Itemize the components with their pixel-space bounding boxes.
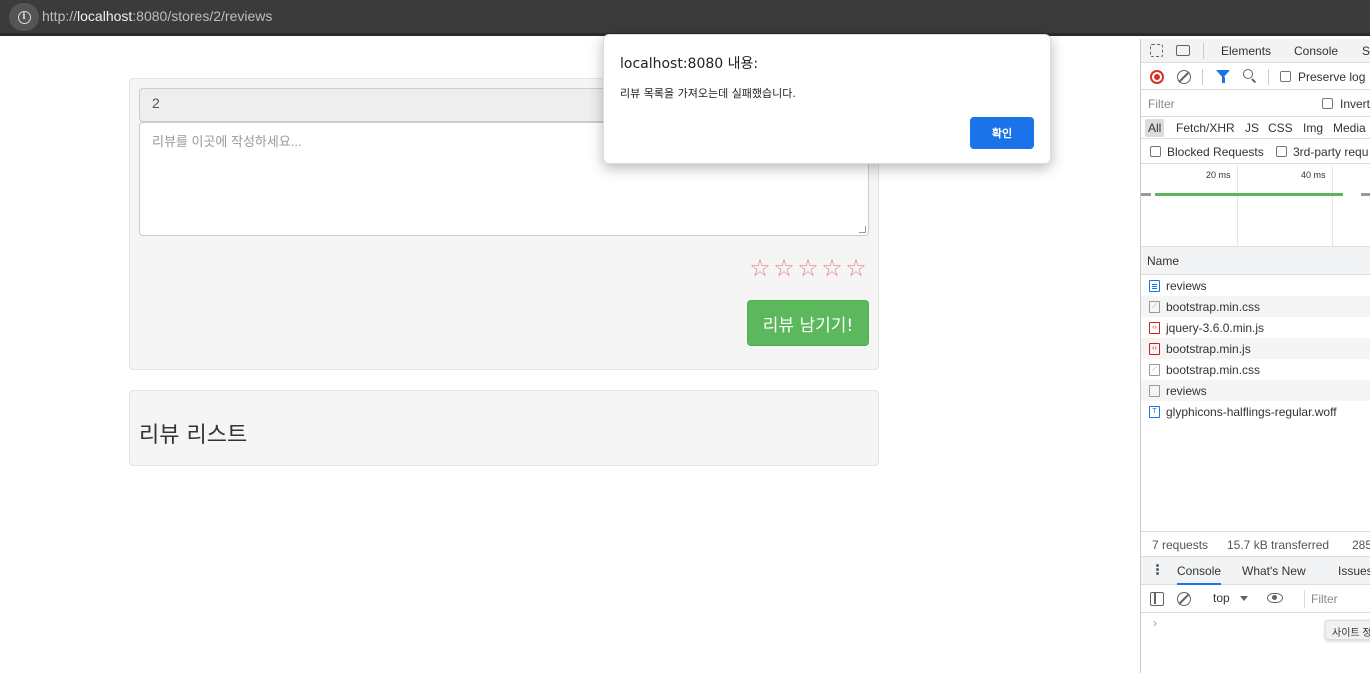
alert-message: 리뷰 목록을 가져오는데 실패했습니다. (620, 87, 796, 100)
type-filter-css[interactable]: CSS (1268, 121, 1293, 135)
resource-type-filters: All Fetch/XHR JS CSS Img Media (1141, 117, 1370, 139)
request-row[interactable]: ‹› jquery-3.6.0.min.js (1141, 317, 1370, 338)
alert-title: localhost:8080 내용: (620, 56, 759, 72)
inspect-element-icon[interactable] (1150, 44, 1163, 57)
review-list-panel: 리뷰 리스트 (129, 390, 879, 466)
timeline-tick: 20 ms (1206, 170, 1231, 180)
type-filter-img[interactable]: Img (1303, 121, 1323, 135)
tab-console[interactable]: Console (1294, 44, 1338, 58)
timeline-gridline (1237, 165, 1238, 247)
blocked-requests-row: Blocked Requests 3rd-party requ (1141, 139, 1370, 164)
alert-ok-button[interactable]: 확인 (970, 117, 1034, 149)
document-icon (1149, 280, 1160, 292)
star-icon-3[interactable]: ☆ (796, 255, 820, 281)
blocked-requests-checkbox[interactable] (1150, 146, 1161, 157)
tooltip: 사이트 정 (1325, 620, 1370, 640)
sidebar-toggle-icon[interactable] (1150, 592, 1164, 606)
timeline-tick: 40 ms (1301, 170, 1326, 180)
device-toolbar-icon[interactable] (1176, 45, 1190, 56)
star-icon-4[interactable]: ☆ (820, 255, 844, 281)
drawer-tabbar: Console What's New Issues (1141, 557, 1370, 585)
resources-size: 285 (1352, 538, 1370, 552)
alert-dialog: localhost:8080 내용: 리뷰 목록을 가져오는데 실패했습니다. … (603, 34, 1051, 164)
toolbar-separator (1268, 69, 1269, 85)
resize-handle-icon[interactable] (859, 226, 866, 233)
requests-count: 7 requests (1152, 538, 1209, 552)
name-column-header[interactable]: Name (1147, 254, 1179, 268)
console-toolbar: top Filter (1141, 585, 1370, 613)
tab-sources[interactable]: S (1362, 44, 1370, 58)
request-row[interactable]: reviews (1141, 275, 1370, 296)
toolbar-separator (1202, 69, 1203, 85)
drawer-tab-console[interactable]: Console (1177, 564, 1222, 585)
requests-header[interactable]: Name (1141, 247, 1370, 275)
drawer-tab-whats-new[interactable]: What's New (1242, 564, 1306, 578)
info-icon: i (17, 10, 31, 24)
star-icon-5[interactable]: ☆ (844, 255, 868, 281)
review-list-title: 리뷰 리스트 (139, 423, 248, 448)
clear-console-icon[interactable] (1177, 592, 1191, 606)
type-filter-js[interactable]: JS (1245, 121, 1259, 135)
timeline-bar (1141, 193, 1151, 196)
tab-elements[interactable]: Elements (1221, 44, 1271, 58)
console-filter-input[interactable]: Filter (1304, 590, 1370, 608)
star-icon-2[interactable]: ☆ (772, 255, 796, 281)
clear-icon[interactable] (1177, 70, 1191, 84)
request-row[interactable]: reviews (1141, 380, 1370, 401)
request-row[interactable]: ⟋ bootstrap.min.css (1141, 296, 1370, 317)
third-party-label: 3rd-party requ (1293, 145, 1369, 159)
invert-label: Invert (1340, 97, 1370, 111)
script-icon: ‹› (1149, 322, 1160, 334)
star-rating[interactable]: ☆ ☆ ☆ ☆ ☆ (748, 255, 868, 281)
stylesheet-icon: ⟋ (1149, 301, 1160, 313)
star-icon-1[interactable]: ☆ (748, 255, 772, 281)
tab-separator (1203, 43, 1204, 59)
type-filter-fetch-xhr[interactable]: Fetch/XHR (1176, 121, 1235, 135)
url-text[interactable]: http://localhost:8080/stores/2/reviews (42, 8, 272, 24)
third-party-checkbox[interactable] (1276, 146, 1287, 157)
site-info-button[interactable]: i (9, 3, 39, 31)
submit-review-button[interactable]: 리뷰 남기기! (747, 300, 869, 346)
script-icon: ‹› (1149, 343, 1160, 355)
network-filter-input[interactable]: Filter (1144, 94, 1308, 114)
request-row[interactable]: T glyphicons-halflings-regular.woff (1141, 401, 1370, 422)
timeline-gridline (1332, 165, 1333, 247)
record-icon[interactable] (1150, 70, 1164, 84)
drawer-tab-issues[interactable]: Issues (1338, 564, 1370, 578)
invert-checkbox[interactable] (1322, 98, 1333, 109)
preserve-log-checkbox[interactable] (1280, 71, 1291, 82)
chevron-down-icon[interactable] (1240, 596, 1248, 601)
type-filter-all[interactable]: All (1145, 119, 1165, 137)
type-filter-media[interactable]: Media (1333, 121, 1366, 135)
review-placeholder: 리뷰를 이곳에 작성하세요... (152, 134, 302, 149)
network-status-bar: 7 requests 15.7 kB transferred 285 (1141, 531, 1370, 557)
blank-document-icon (1149, 385, 1160, 397)
filter-icon[interactable] (1216, 70, 1230, 83)
live-expression-eye-icon[interactable] (1267, 593, 1283, 603)
stylesheet-icon: ⟋ (1149, 364, 1160, 376)
transferred-size: 15.7 kB transferred (1227, 538, 1330, 552)
context-selector[interactable]: top (1213, 591, 1230, 605)
more-options-icon[interactable] (1156, 564, 1159, 567)
devtools-panel: Elements Console S Preserve log Filter I… (1140, 39, 1370, 673)
font-icon: T (1149, 406, 1160, 418)
network-filter-row: Filter Invert (1141, 91, 1370, 117)
network-toolbar: Preserve log (1141, 64, 1370, 90)
request-row[interactable]: ‹› bootstrap.min.js (1141, 338, 1370, 359)
console-prompt-icon[interactable]: › (1153, 616, 1157, 630)
preserve-log-label: Preserve log (1298, 70, 1366, 84)
devtools-tabbar: Elements Console S (1141, 39, 1370, 63)
network-timeline[interactable]: 20 ms 40 ms (1141, 165, 1370, 247)
timeline-bar (1361, 193, 1370, 196)
blocked-requests-label: Blocked Requests (1167, 145, 1264, 159)
timeline-bar (1155, 193, 1343, 196)
address-bar: i http://localhost:8080/stores/2/reviews (0, 0, 1370, 36)
search-icon[interactable] (1243, 69, 1253, 79)
request-row[interactable]: ⟋ bootstrap.min.css (1141, 359, 1370, 380)
